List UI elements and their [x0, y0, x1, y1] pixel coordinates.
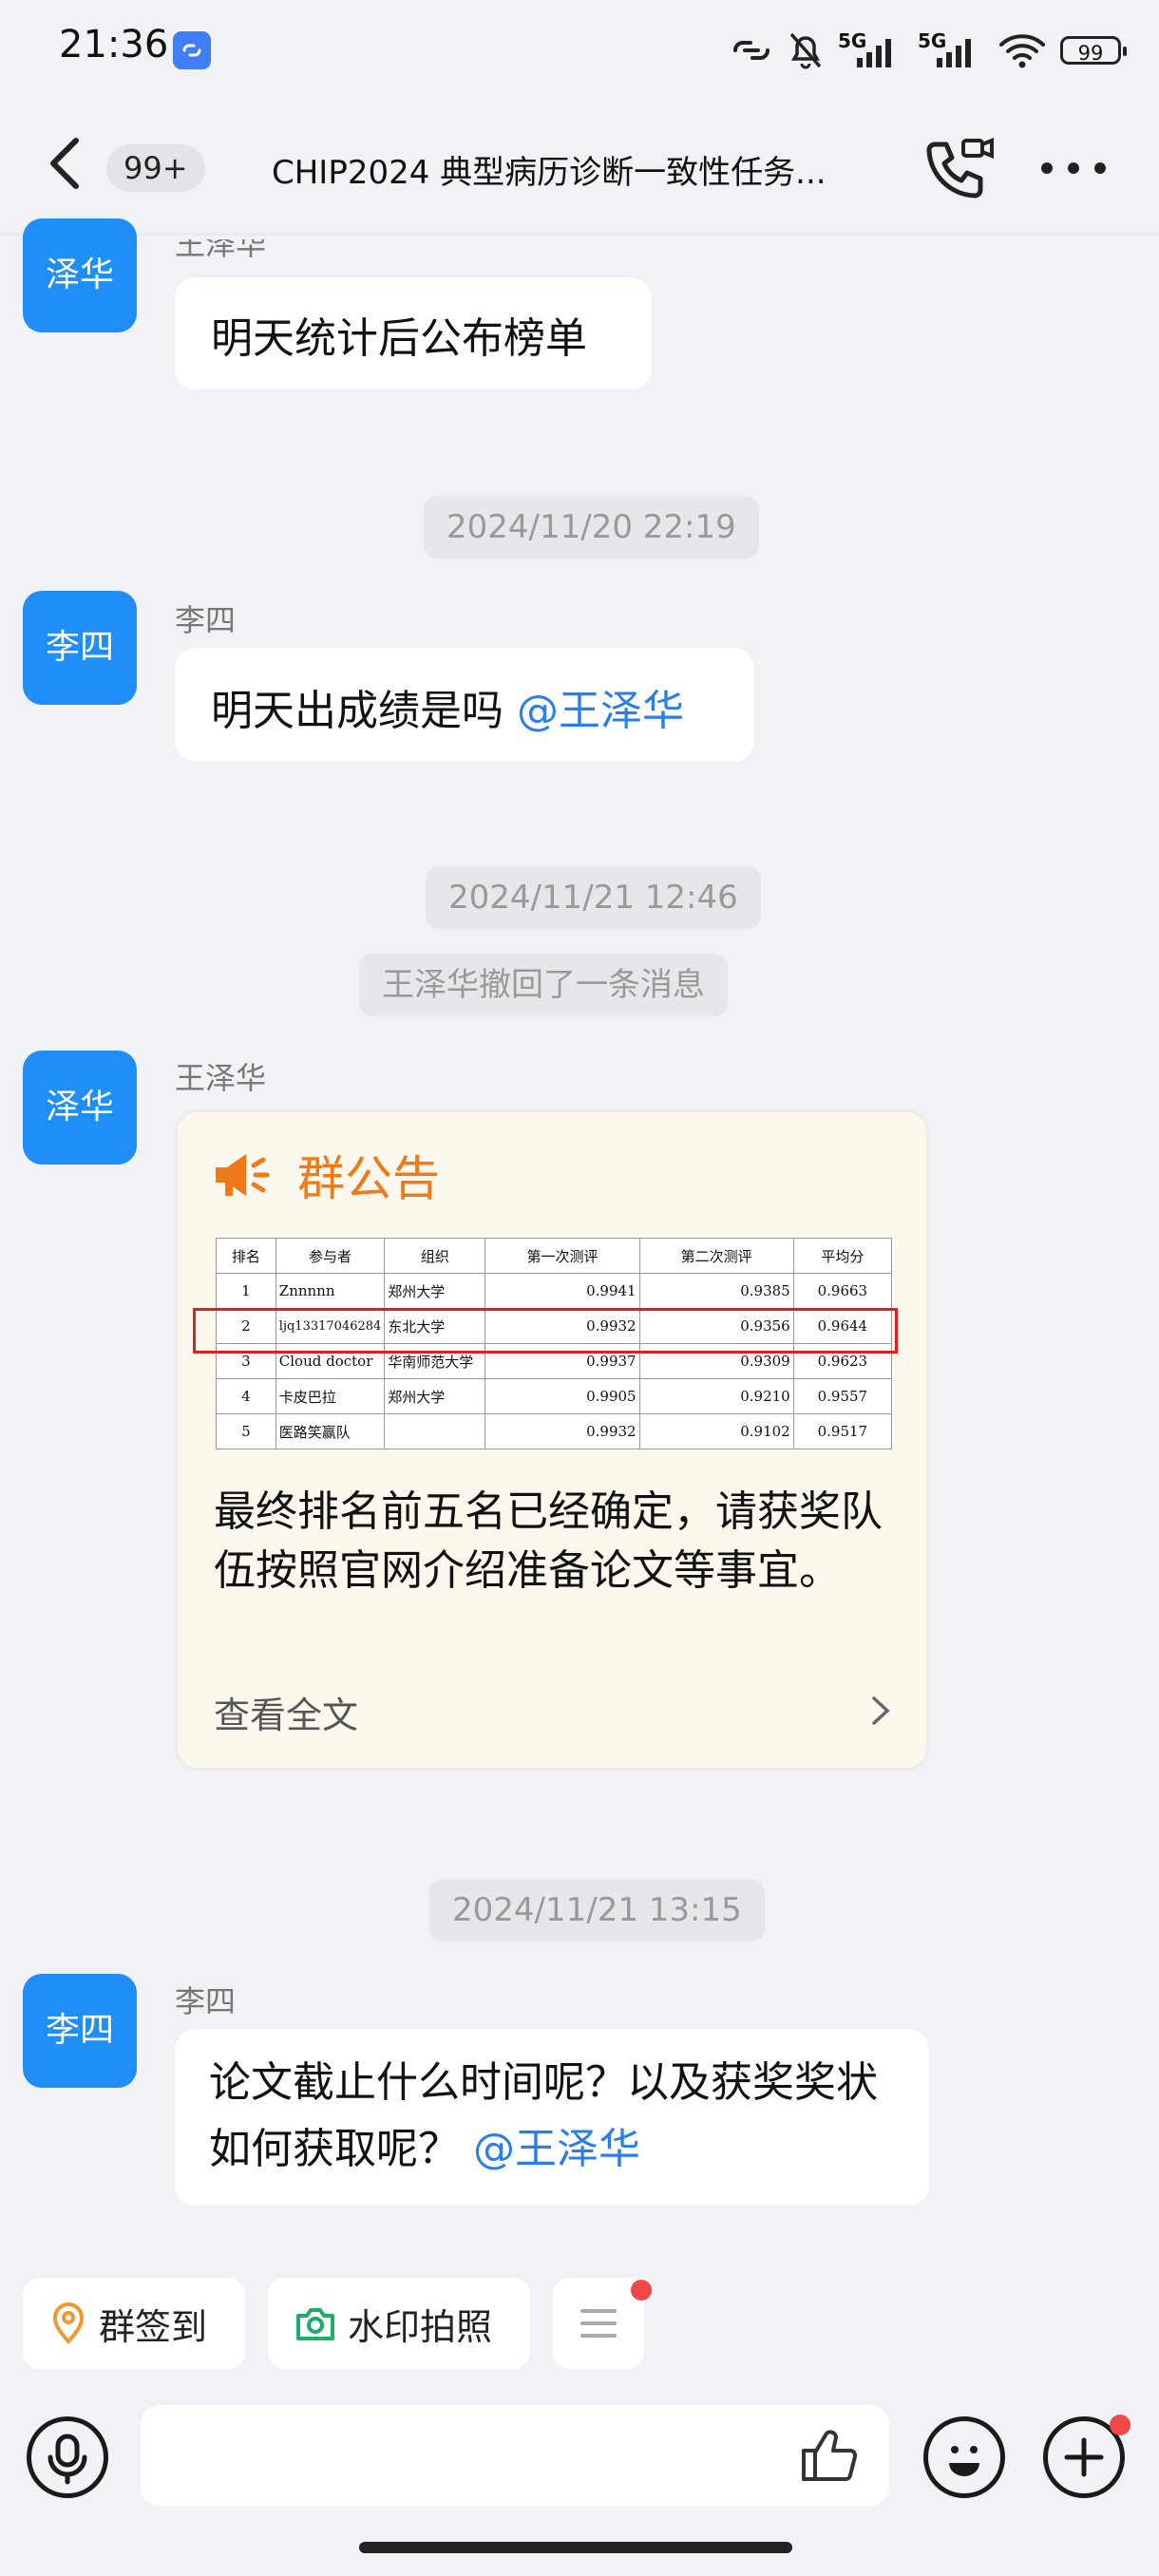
- table-row: 4 卡皮巴拉 郑州大学 0.9905 0.9210 0.9557: [216, 1378, 893, 1414]
- notification-dot: [631, 2280, 652, 2301]
- smiley-icon: [949, 2446, 979, 2476]
- message-text: 明天统计后公布榜单: [211, 314, 587, 363]
- cell: Znnnnn: [275, 1273, 386, 1309]
- chevron-right-icon[interactable]: [869, 1694, 892, 1728]
- menu-icon: [580, 2309, 617, 2338]
- battery-icon: 99: [1060, 36, 1127, 65]
- signal-2-icon: 5G: [918, 29, 984, 69]
- cell: 0.9663: [792, 1273, 893, 1309]
- wifi-icon: [999, 34, 1045, 68]
- message-text: 明天出成绩是吗: [211, 687, 517, 735]
- location-pin-icon: [52, 2302, 85, 2344]
- group-announcement-card[interactable]: 群公告 排名 参与者 组织 第一次测评 第二次测评 平均分 1 Znnnnn 郑…: [175, 1109, 929, 1771]
- highlight-box: [193, 1308, 898, 1354]
- message-bubble[interactable]: 明天出成绩是吗 @王泽华: [175, 648, 754, 762]
- thumbs-up-icon[interactable]: [798, 2426, 861, 2485]
- col-header: 排名: [216, 1238, 276, 1274]
- message-input[interactable]: [141, 2405, 889, 2506]
- sender-name: 李四: [175, 602, 237, 638]
- col-header: 第二次测评: [638, 1238, 794, 1274]
- cell: 0.9932: [484, 1413, 640, 1449]
- emoji-button[interactable]: [923, 2416, 1005, 2498]
- cell: 0.9517: [792, 1413, 893, 1449]
- cell: 郑州大学: [384, 1273, 486, 1309]
- signal-1-icon: 5G: [838, 29, 904, 69]
- sender-name: 王泽华: [175, 226, 267, 262]
- megaphone-icon: [216, 1154, 270, 1196]
- plus-icon: [1064, 2437, 1104, 2477]
- cell: 0.9557: [792, 1378, 893, 1414]
- mute-bell-icon: [789, 32, 822, 69]
- more-options-icon[interactable]: [1036, 135, 1112, 201]
- cell: 0.9905: [484, 1378, 640, 1414]
- col-header: 组织: [384, 1238, 486, 1274]
- avatar[interactable]: 李四: [23, 1974, 137, 2088]
- cell: 0.9941: [484, 1273, 640, 1309]
- col-header: 平均分: [792, 1238, 893, 1274]
- video-call-icon[interactable]: [922, 135, 998, 201]
- message-bubble[interactable]: 明天统计后公布榜单: [175, 277, 652, 389]
- avatar[interactable]: 李四: [23, 591, 137, 705]
- system-notice: 王泽华撤回了一条消息: [359, 954, 728, 1016]
- table-row: 5 医路笑赢队 0.9932 0.9102 0.9517: [216, 1413, 893, 1449]
- voice-button[interactable]: [27, 2416, 108, 2498]
- message-bubble[interactable]: 论文截止什么时间呢？以及获奖奖状如何获取呢？ @王泽华: [175, 2029, 929, 2206]
- camera-icon: [296, 2308, 334, 2340]
- chat-title[interactable]: CHIP2024 典型病历诊断一致性任务...: [272, 146, 861, 193]
- announcement-body: 最终排名前五名已经确定，请获奖队伍按照官网介绍准备论文等事宜。: [214, 1487, 883, 1595]
- mention-link[interactable]: @王泽华: [517, 687, 684, 735]
- watermark-photo-label: 水印拍照: [348, 2305, 493, 2348]
- mention-link[interactable]: @王泽华: [473, 2125, 640, 2173]
- sender-name: 李四: [175, 1983, 237, 2019]
- unread-count-badge[interactable]: 99+: [106, 144, 205, 192]
- microphone-icon: [48, 2434, 87, 2485]
- status-time: 21:36: [59, 23, 169, 66]
- sender-name: 王泽华: [175, 1060, 267, 1096]
- app-link-icon: [173, 31, 211, 69]
- cell: 0.9102: [638, 1413, 794, 1449]
- watermark-photo-button[interactable]: 水印拍照: [268, 2278, 530, 2369]
- cell: 5: [216, 1413, 276, 1449]
- cell: 卡皮巴拉: [275, 1378, 386, 1414]
- read-more-link[interactable]: 查看全文: [214, 1686, 358, 1738]
- cell: 0.9210: [638, 1378, 794, 1414]
- notification-dot: [1110, 2415, 1130, 2435]
- cell: 1: [216, 1273, 276, 1309]
- table-row: 1 Znnnnn 郑州大学 0.9941 0.9385 0.9663: [216, 1273, 893, 1309]
- check-in-button[interactable]: 群签到: [23, 2278, 245, 2369]
- check-in-label: 群签到: [99, 2305, 208, 2348]
- chat-header: 99+ CHIP2024 典型病历诊断一致性任务...: [0, 114, 1159, 218]
- cell: [384, 1413, 486, 1449]
- back-arrow-icon[interactable]: [42, 135, 89, 192]
- timestamp: 2024/11/21 13:15: [429, 1879, 765, 1941]
- announcement-title: 群公告: [297, 1151, 440, 1206]
- header-divider: [0, 234, 1159, 236]
- timestamp: 2024/11/20 22:19: [424, 496, 759, 559]
- status-bar: 21:36 5G 5G 99: [0, 0, 1159, 95]
- avatar[interactable]: 泽华: [23, 218, 137, 332]
- cell: 0.9385: [638, 1273, 794, 1309]
- cell: 医路笑赢队: [275, 1413, 386, 1449]
- cell: 郑州大学: [384, 1378, 486, 1414]
- col-header: 参与者: [275, 1238, 386, 1274]
- hotspot-icon: [733, 41, 770, 60]
- cell: 4: [216, 1378, 276, 1414]
- col-header: 第一次测评: [484, 1238, 640, 1274]
- home-indicator[interactable]: [359, 2542, 792, 2553]
- avatar[interactable]: 泽华: [23, 1051, 137, 1165]
- timestamp: 2024/11/21 12:46: [426, 866, 761, 929]
